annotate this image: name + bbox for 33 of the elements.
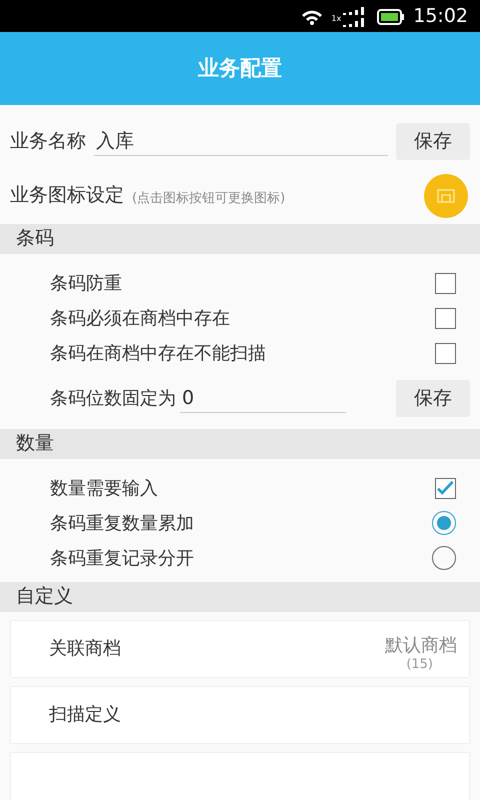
radio-button[interactable] — [432, 546, 456, 570]
save-button[interactable]: 保存 — [396, 123, 470, 160]
option-label: 条码必须在商档中存在 — [50, 306, 230, 330]
icon-setting-label: 业务图标设定 — [10, 183, 124, 208]
checkbox[interactable] — [435, 308, 456, 328]
status-time: 15:02 — [413, 4, 468, 29]
section-header: 自定义 — [0, 582, 480, 612]
radio-button[interactable] — [432, 511, 456, 535]
frame-icon — [437, 188, 455, 202]
digits-label: 条码位数固定为 — [50, 387, 176, 411]
name-field[interactable]: 入库 — [94, 126, 388, 156]
section-header: 条码 — [0, 224, 480, 254]
checkbox[interactable] — [435, 342, 456, 364]
network-label: 1x — [331, 13, 342, 25]
option-label: 条码重复记录分开 — [50, 546, 194, 570]
save-button[interactable]: 保存 — [396, 380, 470, 417]
digits-field[interactable]: 0 — [180, 384, 346, 414]
option-label: 数量需要输入 — [50, 476, 158, 500]
card-label: 扫描定义 — [49, 703, 121, 727]
option-label: 条码重复数量累加 — [50, 512, 194, 536]
page-title: 业务配置 — [0, 32, 480, 105]
checkbox[interactable] — [435, 272, 456, 294]
checkbox[interactable] — [435, 478, 456, 498]
section-header: 数量 — [0, 428, 480, 458]
icon-setting-hint: (点击图标按钮可更换图标) — [132, 190, 286, 208]
card-value: 默认商档 — [385, 634, 457, 658]
card-label: 关联商档 — [49, 637, 121, 661]
card-count: (15) — [406, 656, 433, 674]
list-card[interactable]: 关联商档 默认商档 (15) — [10, 620, 470, 678]
list-card[interactable]: 扫描定义 — [10, 686, 470, 744]
option-label: 条码在商档中存在不能扫描 — [50, 342, 266, 366]
name-label: 业务名称 — [10, 129, 86, 154]
option-label: 条码防重 — [50, 272, 122, 296]
